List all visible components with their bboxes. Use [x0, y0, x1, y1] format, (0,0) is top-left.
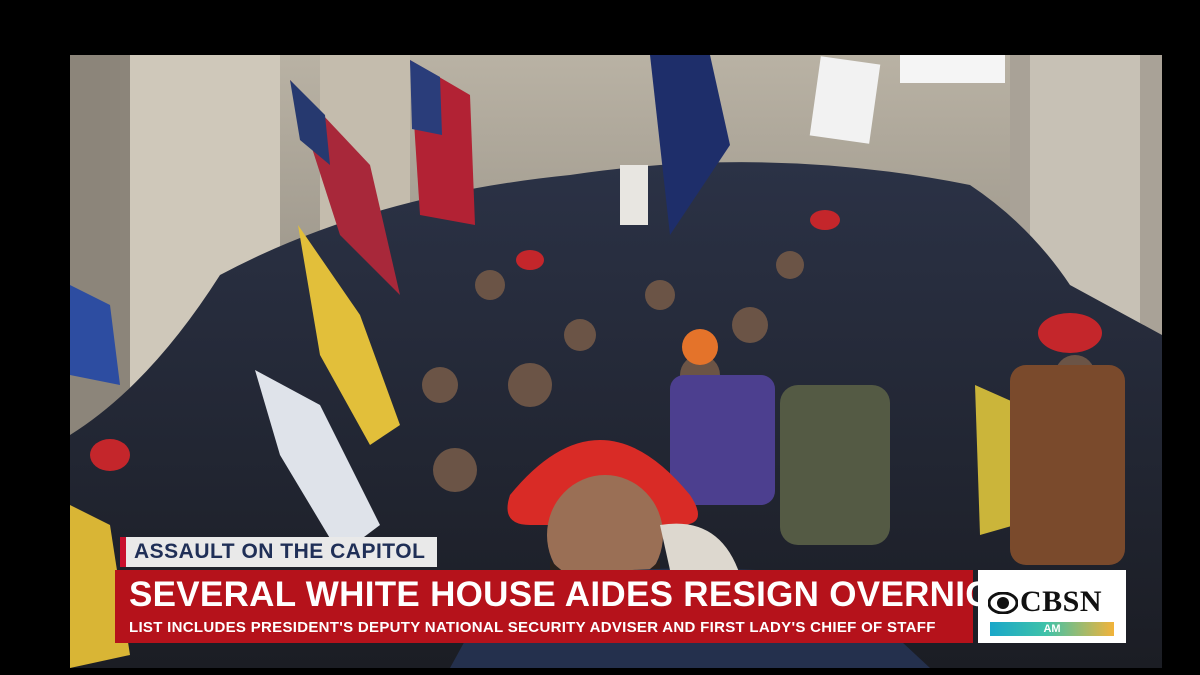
- subheadline-text: LIST INCLUDES PRESIDENT'S DEPUTY NATIONA…: [129, 619, 936, 636]
- headline-banner: SEVERAL WHITE HOUSE AIDES RESIGN OVERNIG…: [115, 570, 1041, 643]
- topic-kicker-label: ASSAULT ON THE CAPITOL: [120, 537, 438, 567]
- network-logo-text: CBSN: [1020, 585, 1103, 618]
- cbs-eye-icon: [988, 592, 1018, 614]
- network-logo: CBSN AM: [978, 570, 1126, 643]
- headline-text: SEVERAL WHITE HOUSE AIDES RESIGN OVERNIG…: [129, 575, 1041, 614]
- program-bar: AM: [990, 622, 1114, 636]
- program-label: AM: [1043, 623, 1061, 635]
